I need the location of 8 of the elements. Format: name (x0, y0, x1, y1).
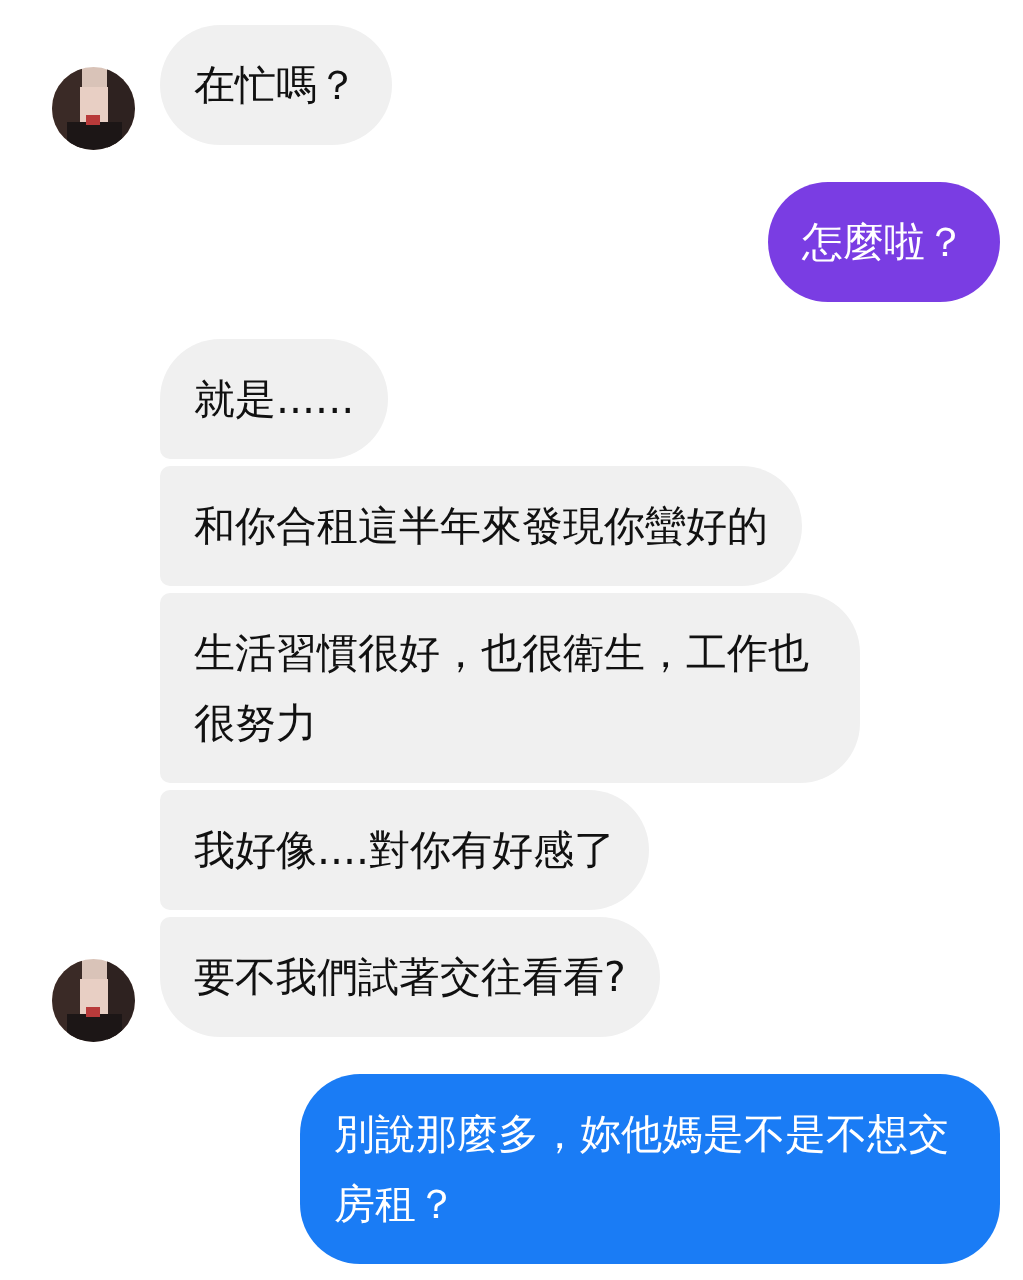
message-bubble: 和你合租這半年來發現你蠻好的 (160, 466, 802, 586)
message-bubble: 就是...... (160, 339, 389, 459)
message-bubble: 別說那麼多，妳他媽是不是不想交房租？ (300, 1074, 1000, 1264)
message-bubble: 在忙嗎？ (160, 25, 392, 145)
message-bubble: 怎麼啦？ (768, 182, 1000, 302)
message-bubble: 生活習慣很好，也很衛生，工作也很努力 (160, 593, 860, 783)
message-bubble: 要不我們試著交往看看? (160, 917, 660, 1037)
message-bubble: 我好像....對你有好感了 (160, 790, 650, 910)
